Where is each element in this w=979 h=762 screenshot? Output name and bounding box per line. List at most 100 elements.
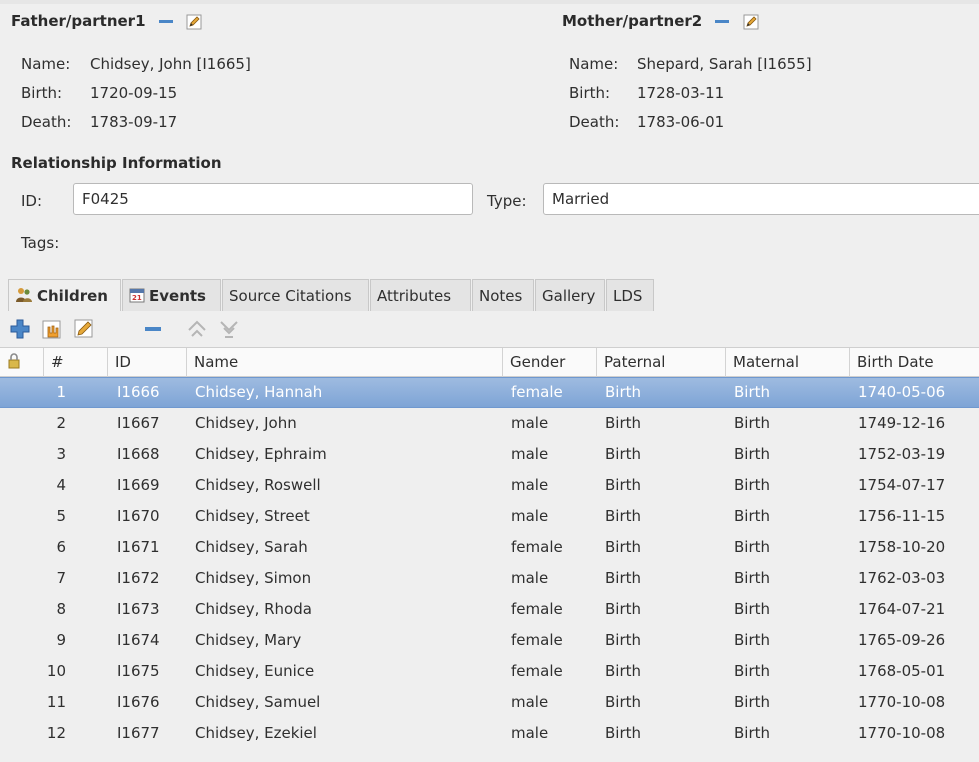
family-icon <box>16 288 32 302</box>
relationship-header: Relationship Information <box>11 154 222 172</box>
column-gender[interactable]: Gender <box>503 348 597 378</box>
father-name-value: Chidsey, John [I1665] <box>90 55 251 73</box>
table-row[interactable]: 2 I1667 Chidsey, John male Birth Birth 1749-12… <box>0 408 979 439</box>
tab-notes[interactable]: Notes <box>472 279 534 311</box>
cell-maternal: Birth <box>734 693 771 711</box>
cell-maternal: Birth <box>734 476 771 494</box>
column-birth-date[interactable]: Birth Date <box>850 348 979 378</box>
calendar-icon: 21 <box>129 288 145 303</box>
cell-num: 1 <box>56 383 66 401</box>
cell-birth: 1770-10-08 <box>858 724 946 742</box>
table-row[interactable]: 11 I1676 Chidsey, Samuel male Birth Birth 1770… <box>0 687 979 718</box>
cell-paternal: Birth <box>605 445 642 463</box>
column-paternal[interactable]: Paternal <box>597 348 726 378</box>
table-row[interactable]: 1 I1666 Chidsey, Hannah female Birth Birth 174… <box>0 377 979 408</box>
cell-id: I1670 <box>117 507 160 525</box>
cell-paternal: Birth <box>605 569 642 587</box>
add-icon[interactable] <box>8 317 32 341</box>
relationship-type-combo[interactable]: Married <box>543 183 979 215</box>
father-birth-label: Birth: <box>21 84 63 102</box>
cell-id: I1666 <box>117 383 160 401</box>
cell-name: Chidsey, Mary <box>195 631 302 649</box>
cell-gender: male <box>511 693 549 711</box>
tab-attributes[interactable]: Attributes <box>370 279 471 311</box>
cell-id: I1672 <box>117 569 160 587</box>
table-row[interactable]: 9 I1674 Chidsey, Mary female Birth Birth 1765-… <box>0 625 979 656</box>
column-name[interactable]: Name <box>187 348 503 378</box>
tab-children[interactable]: Children <box>8 279 121 311</box>
family-id-input[interactable]: F0425 <box>73 183 473 215</box>
cell-maternal: Birth <box>734 538 771 556</box>
cell-maternal: Birth <box>734 569 771 587</box>
column-id[interactable]: ID <box>108 348 187 378</box>
cell-num: 3 <box>56 445 66 463</box>
cell-gender: male <box>511 445 549 463</box>
remove-mother-icon[interactable] <box>715 20 730 23</box>
table-row[interactable]: 6 I1671 Chidsey, Sarah female Birth Birth 1758… <box>0 532 979 563</box>
cell-num: 6 <box>56 538 66 556</box>
table-row[interactable]: 7 I1672 Chidsey, Simon male Birth Birth 1762-0… <box>0 563 979 594</box>
remove-icon[interactable] <box>141 317 165 341</box>
edit-mother-icon[interactable] <box>743 14 759 30</box>
cell-paternal: Birth <box>605 724 642 742</box>
cell-id: I1676 <box>117 693 160 711</box>
edit-icon[interactable] <box>72 317 96 341</box>
table-row[interactable]: 8 I1673 Chidsey, Rhoda female Birth Birth 1764… <box>0 594 979 625</box>
table-row[interactable]: 4 I1669 Chidsey, Roswell male Birth Birth 1754… <box>0 470 979 501</box>
table-row[interactable]: 12 I1677 Chidsey, Ezekiel male Birth Birth 177… <box>0 718 979 749</box>
cell-num: 7 <box>56 569 66 587</box>
cell-birth: 1768-05-01 <box>858 662 946 680</box>
cell-id: I1674 <box>117 631 160 649</box>
cell-id: I1675 <box>117 662 160 680</box>
column-number[interactable]: # <box>44 348 108 378</box>
cell-birth: 1749-12-16 <box>858 414 946 432</box>
cell-paternal: Birth <box>605 600 642 618</box>
cell-birth: 1770-10-08 <box>858 693 946 711</box>
cell-num: 2 <box>56 414 66 432</box>
tab-events[interactable]: 21 Events <box>122 279 221 311</box>
father-section-header: Father/partner1 <box>11 12 202 30</box>
cell-paternal: Birth <box>605 414 642 432</box>
mother-death-label: Death: <box>569 113 620 131</box>
cell-maternal: Birth <box>734 631 771 649</box>
mother-death-value: 1783-06-01 <box>637 113 725 131</box>
tab-lds[interactable]: LDS <box>606 279 654 311</box>
cell-gender: female <box>511 538 563 556</box>
cell-gender: male <box>511 507 549 525</box>
column-private[interactable] <box>0 348 44 378</box>
cell-paternal: Birth <box>605 693 642 711</box>
mother-name-value: Shepard, Sarah [I1655] <box>637 55 812 73</box>
add-existing-person-icon[interactable] <box>40 317 64 341</box>
column-maternal[interactable]: Maternal <box>726 348 850 378</box>
lock-icon <box>8 353 20 369</box>
cell-birth: 1765-09-26 <box>858 631 946 649</box>
cell-name: Chidsey, Street <box>195 507 310 525</box>
tab-source-citations[interactable]: Source Citations <box>222 279 369 311</box>
cell-num: 8 <box>56 600 66 618</box>
cell-id: I1671 <box>117 538 160 556</box>
table-row[interactable]: 3 I1668 Chidsey, Ephraim male Birth Birth 1752… <box>0 439 979 470</box>
edit-father-icon[interactable] <box>186 14 202 30</box>
tab-events-label: Events <box>149 287 206 305</box>
window-top-edge <box>0 0 979 4</box>
mother-birth-value: 1728-03-11 <box>637 84 725 102</box>
cell-name: Chidsey, Hannah <box>195 383 323 401</box>
cell-num: 4 <box>56 476 66 494</box>
move-down-icon[interactable] <box>217 317 241 341</box>
tab-gallery[interactable]: Gallery <box>535 279 605 311</box>
cell-name: Chidsey, John <box>195 414 297 432</box>
tags-label[interactable]: Tags: <box>21 234 59 252</box>
cell-name: Chidsey, Sarah <box>195 538 308 556</box>
remove-father-icon[interactable] <box>158 20 173 23</box>
cell-maternal: Birth <box>734 507 771 525</box>
cell-id: I1677 <box>117 724 160 742</box>
cell-name: Chidsey, Samuel <box>195 693 321 711</box>
cell-num: 11 <box>46 693 66 711</box>
cell-name: Chidsey, Rhoda <box>195 600 312 618</box>
table-row[interactable]: 10 I1675 Chidsey, Eunice female Birth Birth 17… <box>0 656 979 687</box>
move-up-icon[interactable] <box>185 317 209 341</box>
cell-name: Chidsey, Roswell <box>195 476 321 494</box>
table-row[interactable]: 5 I1670 Chidsey, Street male Birth Birth 1756-… <box>0 501 979 532</box>
cell-paternal: Birth <box>605 476 642 494</box>
cell-gender: male <box>511 414 549 432</box>
